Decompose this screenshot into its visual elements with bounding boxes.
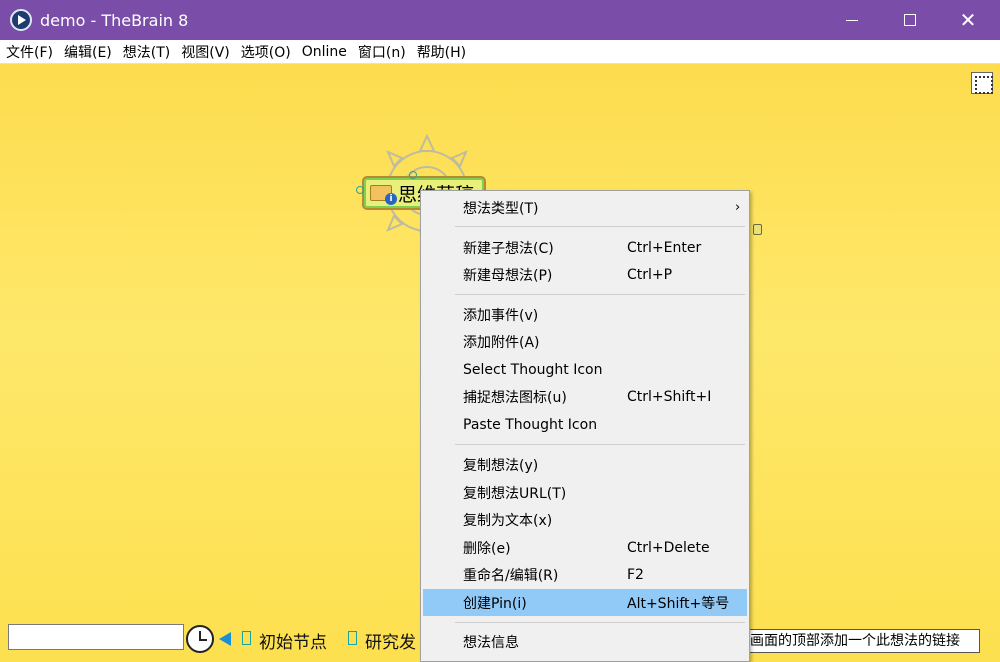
menu-separator bbox=[455, 226, 745, 227]
history-clock-icon[interactable] bbox=[186, 625, 214, 653]
context-menu: 想法类型(T) › 新建子想法(C) Ctrl+Enter 新建母想法(P) C… bbox=[420, 190, 750, 662]
menu-item-shortcut: Ctrl+P bbox=[627, 266, 673, 283]
thebrain-app-icon[interactable] bbox=[10, 9, 32, 31]
menu-online[interactable]: Online bbox=[296, 44, 352, 60]
title-bar[interactable]: demo - TheBrain 8 ✕ bbox=[0, 0, 1000, 40]
menu-item-label: 添加事件(v) bbox=[463, 307, 539, 324]
menu-item-select-icon[interactable]: Select Thought Icon bbox=[423, 356, 747, 383]
menu-separator bbox=[455, 294, 745, 295]
menu-item-rename[interactable]: 重命名/编辑(R) F2 bbox=[423, 561, 747, 588]
menu-view[interactable]: 视图(V) bbox=[175, 42, 235, 62]
menu-thought[interactable]: 想法(T) bbox=[117, 42, 175, 62]
tooltip: 在画面的顶部添加一个此想法的链接 bbox=[730, 629, 980, 653]
menu-item-copy-url[interactable]: 复制想法URL(T) bbox=[423, 479, 747, 506]
pin-home[interactable]: 初始节点 bbox=[259, 628, 327, 653]
menu-item-label: 添加附件(A) bbox=[463, 334, 540, 351]
menu-item-label: Select Thought Icon bbox=[463, 361, 603, 378]
menu-options[interactable]: 选项(O) bbox=[235, 42, 296, 62]
menu-item-paste-icon[interactable]: Paste Thought Icon bbox=[423, 411, 747, 438]
menu-item-shortcut: Ctrl+Enter bbox=[627, 239, 702, 256]
menu-item-thought-info[interactable]: 想法信息 bbox=[423, 628, 747, 655]
collapse-view-icon[interactable] bbox=[971, 72, 993, 94]
menu-item-label: 想法信息 bbox=[463, 634, 519, 651]
menu-edit[interactable]: 编辑(E) bbox=[58, 42, 117, 62]
menu-item-copy-text[interactable]: 复制为文本(x) bbox=[423, 506, 747, 533]
menu-separator bbox=[455, 622, 745, 623]
menu-window[interactable]: 窗口(n) bbox=[352, 42, 411, 62]
menu-item-add-event[interactable]: 添加事件(v) bbox=[423, 301, 747, 328]
window-title: demo - TheBrain 8 bbox=[40, 10, 189, 30]
minimize-button[interactable] bbox=[829, 0, 875, 40]
menu-item-label: 复制为文本(x) bbox=[463, 512, 553, 529]
menu-item-copy-thought[interactable]: 复制想法(y) bbox=[423, 451, 747, 478]
menu-help[interactable]: 帮助(H) bbox=[411, 42, 471, 62]
menu-item-label: 复制想法(y) bbox=[463, 457, 539, 474]
menu-item-label: 删除(e) bbox=[463, 540, 511, 557]
menu-item-capture-icon[interactable]: 捕捉想法图标(u) Ctrl+Shift+I bbox=[423, 383, 747, 410]
info-icon[interactable]: i bbox=[385, 193, 397, 205]
close-icon: ✕ bbox=[959, 8, 977, 32]
back-arrow-icon[interactable] bbox=[219, 632, 231, 646]
menu-item-shortcut: Ctrl+Shift+I bbox=[627, 388, 712, 405]
menu-file[interactable]: 文件(F) bbox=[0, 42, 58, 62]
menu-item-new-parent[interactable]: 新建母想法(P) Ctrl+P bbox=[423, 261, 747, 288]
menu-item-label: 重命名/编辑(R) bbox=[463, 567, 559, 584]
menu-item-add-attachment[interactable]: 添加附件(A) bbox=[423, 328, 747, 355]
menu-item-label: 想法类型(T) bbox=[463, 200, 539, 217]
maximize-icon bbox=[904, 14, 916, 26]
menu-separator bbox=[455, 444, 745, 445]
menu-item-create-pin[interactable]: 创建Pin(i) Alt+Shift+等号 bbox=[423, 589, 747, 616]
menu-item-new-child[interactable]: 新建子想法(C) Ctrl+Enter bbox=[423, 234, 747, 261]
pin-icon bbox=[242, 631, 251, 645]
pin-icon bbox=[348, 631, 357, 645]
maximize-button[interactable] bbox=[887, 0, 933, 40]
menu-item-shortcut: Ctrl+Delete bbox=[627, 539, 710, 556]
menu-item-label: Paste Thought Icon bbox=[463, 416, 598, 433]
menu-item-label: 新建母想法(P) bbox=[463, 267, 553, 284]
menu-item-delete[interactable]: 删除(e) Ctrl+Delete bbox=[423, 534, 747, 561]
sibling-gate-icon[interactable] bbox=[753, 224, 762, 235]
menu-item-shortcut: Alt+Shift+等号 bbox=[627, 595, 730, 612]
folder-icon: i bbox=[370, 185, 397, 205]
minimize-icon bbox=[846, 19, 858, 21]
menu-item-label: 复制想法URL(T) bbox=[463, 485, 567, 502]
menu-bar: 文件(F) 编辑(E) 想法(T) 视图(V) 选项(O) Online 窗口(… bbox=[0, 40, 1000, 64]
pin-research[interactable]: 研究发 bbox=[365, 628, 416, 653]
menu-item-thought-type[interactable]: 想法类型(T) › bbox=[423, 194, 747, 221]
menu-item-shortcut: F2 bbox=[627, 566, 644, 583]
menu-item-label: 捕捉想法图标(u) bbox=[463, 389, 567, 406]
menu-item-label: 创建Pin(i) bbox=[463, 595, 527, 612]
child-link-handle[interactable] bbox=[409, 171, 417, 179]
jump-link-handle[interactable] bbox=[356, 186, 364, 194]
submenu-arrow-icon: › bbox=[735, 200, 741, 215]
search-input[interactable] bbox=[8, 624, 184, 650]
menu-item-label: 新建子想法(C) bbox=[463, 240, 554, 257]
close-button[interactable]: ✕ bbox=[945, 0, 991, 40]
